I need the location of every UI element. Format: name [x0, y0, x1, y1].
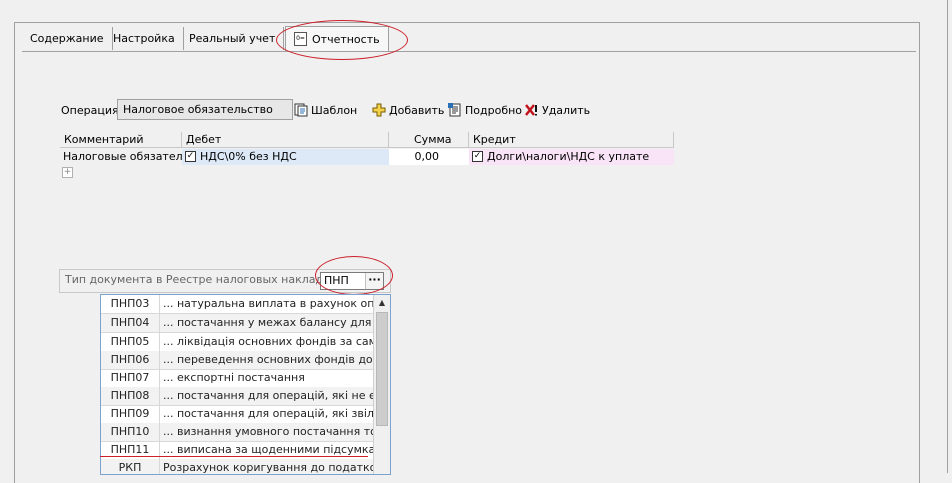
- details-button[interactable]: Подробно: [448, 102, 522, 120]
- grid-cell-comment[interactable]: Налоговые обязатель: [60, 149, 182, 165]
- list-item-desc: ... визнання умовного постачання това: [163, 425, 373, 438]
- template-button[interactable]: Шаблон: [294, 102, 357, 120]
- list-item-code: ПНП05: [101, 333, 160, 351]
- tab-settings[interactable]: Настройка: [105, 27, 184, 50]
- list-item[interactable]: ПНП05... ліквідація основних фондів за с…: [101, 333, 373, 352]
- grid-cell-amount[interactable]: 0,00: [389, 149, 469, 165]
- list-item-code: ПНП08: [101, 387, 160, 405]
- plus-icon: [372, 103, 386, 117]
- list-item-desc: ... постачання у межах балансу для не: [163, 316, 373, 329]
- registry-type-dropdown[interactable]: ПНП03... натуральна виплата в рахунок оп…: [100, 294, 391, 475]
- add-button[interactable]: Добавить: [372, 102, 444, 120]
- list-item[interactable]: ПНП07... експортні постачання: [101, 369, 373, 388]
- delete-icon: [525, 103, 539, 117]
- list-item[interactable]: ПНП03... натуральна виплата в рахунок оп…: [101, 295, 373, 314]
- template-label: Шаблон: [311, 104, 358, 117]
- grid-cell-debit[interactable]: ✓ НДС\0% без НДС: [182, 149, 389, 165]
- grid-header-credit[interactable]: Кредит: [469, 132, 674, 148]
- list-item-desc: ... ліквідація основних фондів за самос: [163, 335, 373, 348]
- details-icon: [448, 103, 462, 117]
- list-item-code: ПНП06: [101, 351, 160, 369]
- list-item[interactable]: ПНП11... виписана за щоденними підсумкам…: [101, 441, 373, 460]
- list-item-desc: ... постачання для операцій, які звільне: [163, 407, 373, 420]
- details-label: Подробно: [465, 104, 523, 117]
- list-item[interactable]: ПНП10... визнання умовного постачання то…: [101, 423, 373, 442]
- grid-header-amount[interactable]: Сумма: [389, 132, 469, 148]
- list-item-code: ПНП09: [101, 405, 160, 423]
- operation-field[interactable]: Налоговое обязательство: [117, 99, 293, 120]
- scroll-up-arrow-icon[interactable]: ▲: [374, 295, 390, 311]
- list-item-desc: ... експортні постачання: [163, 371, 305, 384]
- list-item-code: ПНП10: [101, 423, 160, 441]
- tab-divider: [22, 51, 916, 52]
- add-label: Добавить: [389, 104, 445, 117]
- highlight-ellipse-tab: [276, 20, 408, 60]
- list-item-desc: ... переведення основних фондів до ск: [163, 353, 373, 366]
- delete-button[interactable]: Удалить: [525, 102, 590, 120]
- highlight-ellipse-registry: [315, 256, 393, 295]
- tab-label: Содержание: [30, 32, 104, 45]
- list-item-desc: ... постачання для операцій, які не є об: [163, 389, 373, 402]
- scroll-thumb[interactable]: [376, 312, 388, 426]
- list-item-code: ПНП03: [101, 295, 160, 313]
- tab-label: Настройка: [113, 32, 175, 45]
- grid-header-comment[interactable]: Комментарий: [60, 132, 182, 148]
- list-item-code: ПНП07: [101, 369, 160, 387]
- window-edge: [947, 0, 948, 473]
- list-item-desc: ... натуральна виплата в рахунок оплат: [163, 297, 373, 310]
- grid-header-debit[interactable]: Дебет: [182, 132, 389, 148]
- credit-value: Долги\налоги\НДС к уплате: [487, 150, 650, 163]
- debit-value: НДС\0% без НДС: [200, 150, 297, 163]
- tab-label: Реальный учет: [189, 32, 276, 45]
- entries-grid: Комментарий Дебет Сумма Кредит Налоговые…: [60, 132, 674, 166]
- tab-contents[interactable]: Содержание: [22, 27, 113, 50]
- list-item[interactable]: ПНП09... постачання для операцій, які зв…: [101, 405, 373, 424]
- operation-label: Операция: [61, 104, 119, 117]
- list-item[interactable]: ПНП06... переведення основних фондів до …: [101, 351, 373, 370]
- list-item[interactable]: ПНП04... постачання у межах балансу для …: [101, 314, 373, 333]
- grid-cell-credit[interactable]: ✓ Долги\налоги\НДС к уплате: [469, 149, 674, 165]
- tab-real-accounting[interactable]: Реальный учет: [181, 27, 285, 50]
- list-scrollbar[interactable]: ▲: [373, 295, 390, 474]
- delete-label: Удалить: [542, 104, 591, 117]
- highlight-underline: [100, 456, 368, 457]
- list-item[interactable]: ПНП08... постачання для операцій, які не…: [101, 387, 373, 406]
- debit-checkbox[interactable]: ✓: [185, 150, 196, 162]
- add-row-icon[interactable]: +: [62, 167, 73, 178]
- registry-type-label: Тип документа в Реестре налоговых наклад…: [65, 273, 346, 286]
- credit-checkbox[interactable]: ✓: [472, 150, 483, 162]
- list-item-code: ПНП04: [101, 314, 160, 332]
- template-icon: [294, 103, 308, 117]
